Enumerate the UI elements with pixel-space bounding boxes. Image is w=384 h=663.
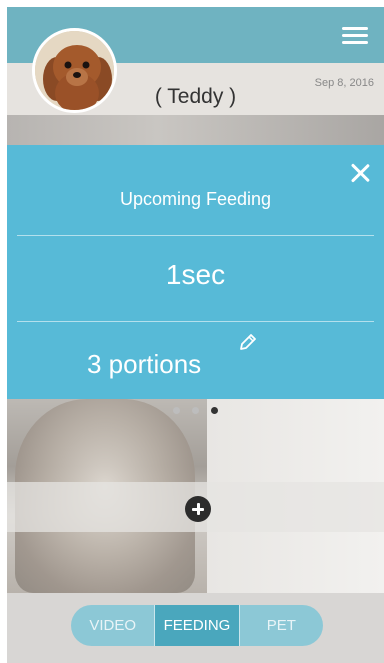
tab-video[interactable]: VIDEO	[71, 605, 156, 646]
divider	[17, 235, 374, 236]
divider	[17, 321, 374, 322]
app-screen: ( Teddy ) Sep 8, 2016 Upcoming Feeding 1…	[7, 7, 384, 663]
pager-dot[interactable]	[192, 407, 199, 414]
tab-switcher: VIDEO FEEDING PET	[71, 605, 323, 646]
feeding-countdown: 1sec	[165, 259, 226, 290]
dog-avatar[interactable]	[32, 28, 117, 113]
upcoming-feeding-panel: Upcoming Feeding 1sec 3 portions	[7, 145, 384, 399]
tab-pet[interactable]: PET	[240, 605, 323, 646]
background-photo-strip	[7, 115, 384, 145]
bottom-bar: VIDEO FEEDING PET	[7, 593, 384, 663]
portions-value[interactable]: 3 portions	[87, 349, 201, 380]
pager-dot-active[interactable]	[211, 407, 218, 414]
date-label: Sep 8, 2016	[314, 77, 374, 89]
pager-dot[interactable]	[173, 407, 180, 414]
plus-circle-icon[interactable]	[185, 496, 211, 522]
tab-feeding[interactable]: FEEDING	[155, 605, 240, 646]
add-bar	[7, 482, 384, 532]
hamburger-menu-icon[interactable]	[342, 27, 368, 45]
pencil-icon[interactable]	[237, 331, 259, 353]
close-icon[interactable]	[350, 163, 370, 183]
carousel-pager	[173, 407, 233, 415]
panel-title: Upcoming Feeding	[119, 189, 272, 209]
